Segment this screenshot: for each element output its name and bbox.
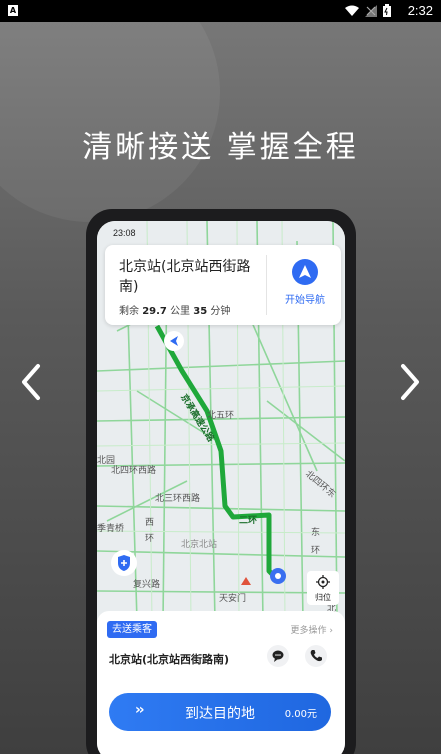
app-notification-icon: A	[8, 5, 18, 16]
start-location-icon	[164, 331, 184, 351]
map-label-jiqing: 季青桥	[97, 524, 125, 534]
phone-icon	[310, 650, 322, 662]
arrive-destination-label: 到达目的地	[185, 706, 255, 722]
destination-marker-icon	[270, 568, 286, 584]
map-label-fuxing: 复兴路	[133, 580, 161, 590]
passenger-address: 北京站(北京站西街路南)	[109, 653, 230, 666]
route-map[interactable]: 23:08 京承高速公路 北五环 北园 北四环西路 北四环东 北三环西路 季青桥…	[97, 221, 345, 621]
card-divider	[266, 255, 267, 315]
message-button[interactable]	[267, 645, 289, 667]
chevron-right-small-icon: ›	[329, 626, 333, 636]
remaining-prefix: 剩余	[119, 306, 139, 317]
chevron-left-icon	[22, 364, 40, 400]
map-label-ring4-west: 北四环西路	[111, 466, 157, 476]
destination-title: 北京站(北京站西街路南)	[119, 259, 251, 295]
route-summary: 剩余 29.7 公里 35 分钟	[119, 302, 230, 317]
chevron-right-icon	[401, 364, 419, 400]
signal-icon	[365, 4, 377, 17]
recenter-button[interactable]: 归位	[307, 571, 339, 605]
trip-panel: 去送乘客 更多操作 › 北京站(北京站西街路南) ›› 到达目的地 0.00元	[97, 611, 345, 754]
start-navigation-button[interactable]: 开始导航	[271, 255, 337, 317]
chat-icon	[272, 650, 284, 662]
system-status-bar: A 2:32	[0, 0, 441, 22]
map-label-ring3-west: 北三环西路	[155, 494, 201, 504]
status-time: 2:32	[407, 3, 433, 18]
poi-pin-icon	[241, 577, 251, 585]
phone-mockup: 23:08 京承高速公路 北五环 北园 北四环西路 北四环东 北三环西路 季青桥…	[86, 209, 356, 754]
map-label-east: 东	[311, 528, 321, 538]
arrive-destination-button[interactable]: ›› 到达目的地 0.00元	[109, 693, 331, 731]
locate-icon	[316, 575, 330, 589]
phone-status-time: 23:08	[113, 228, 136, 238]
map-label-ring: 环	[145, 534, 155, 544]
map-label-tiananmen: 天安门	[219, 594, 247, 604]
distance-unit: 公里	[170, 306, 191, 317]
battery-icon	[383, 4, 391, 17]
map-label-ring5: 北五环	[207, 411, 235, 421]
more-actions-link[interactable]: 更多操作 ›	[291, 623, 334, 636]
more-actions-label: 更多操作	[290, 626, 327, 636]
status-icons	[345, 4, 391, 17]
safety-shield-icon[interactable]	[110, 549, 138, 577]
promo-headline: 清晰接送 掌握全程	[82, 130, 359, 165]
destination-card: 北京站(北京站西街路南) 剩余 29.7 公里 35 分钟 开始导航	[105, 245, 341, 325]
map-label-ring-east: 环	[311, 546, 321, 556]
previous-slide-button[interactable]	[16, 362, 46, 402]
next-slide-button[interactable]	[395, 362, 425, 402]
map-label-west: 西	[145, 518, 155, 528]
double-chevron-icon: ››	[135, 702, 144, 718]
remaining-duration: 35	[193, 306, 208, 317]
trip-fee: 0.00元	[284, 709, 317, 720]
remaining-distance: 29.7	[142, 306, 167, 317]
phone-screen: 23:08 京承高速公路 北五环 北园 北四环西路 北四环东 北三环西路 季青桥…	[97, 221, 345, 754]
call-button[interactable]	[305, 645, 327, 667]
trip-status-tag: 去送乘客	[107, 621, 157, 638]
recenter-label: 归位	[315, 593, 331, 602]
map-label-ring2: 二环	[239, 516, 258, 526]
duration-unit: 分钟	[210, 306, 231, 317]
navigation-arrow-icon	[292, 259, 318, 285]
wifi-icon	[345, 5, 359, 16]
map-label-beijing-north: 北京北站	[181, 540, 218, 550]
start-navigation-label: 开始导航	[285, 295, 325, 306]
